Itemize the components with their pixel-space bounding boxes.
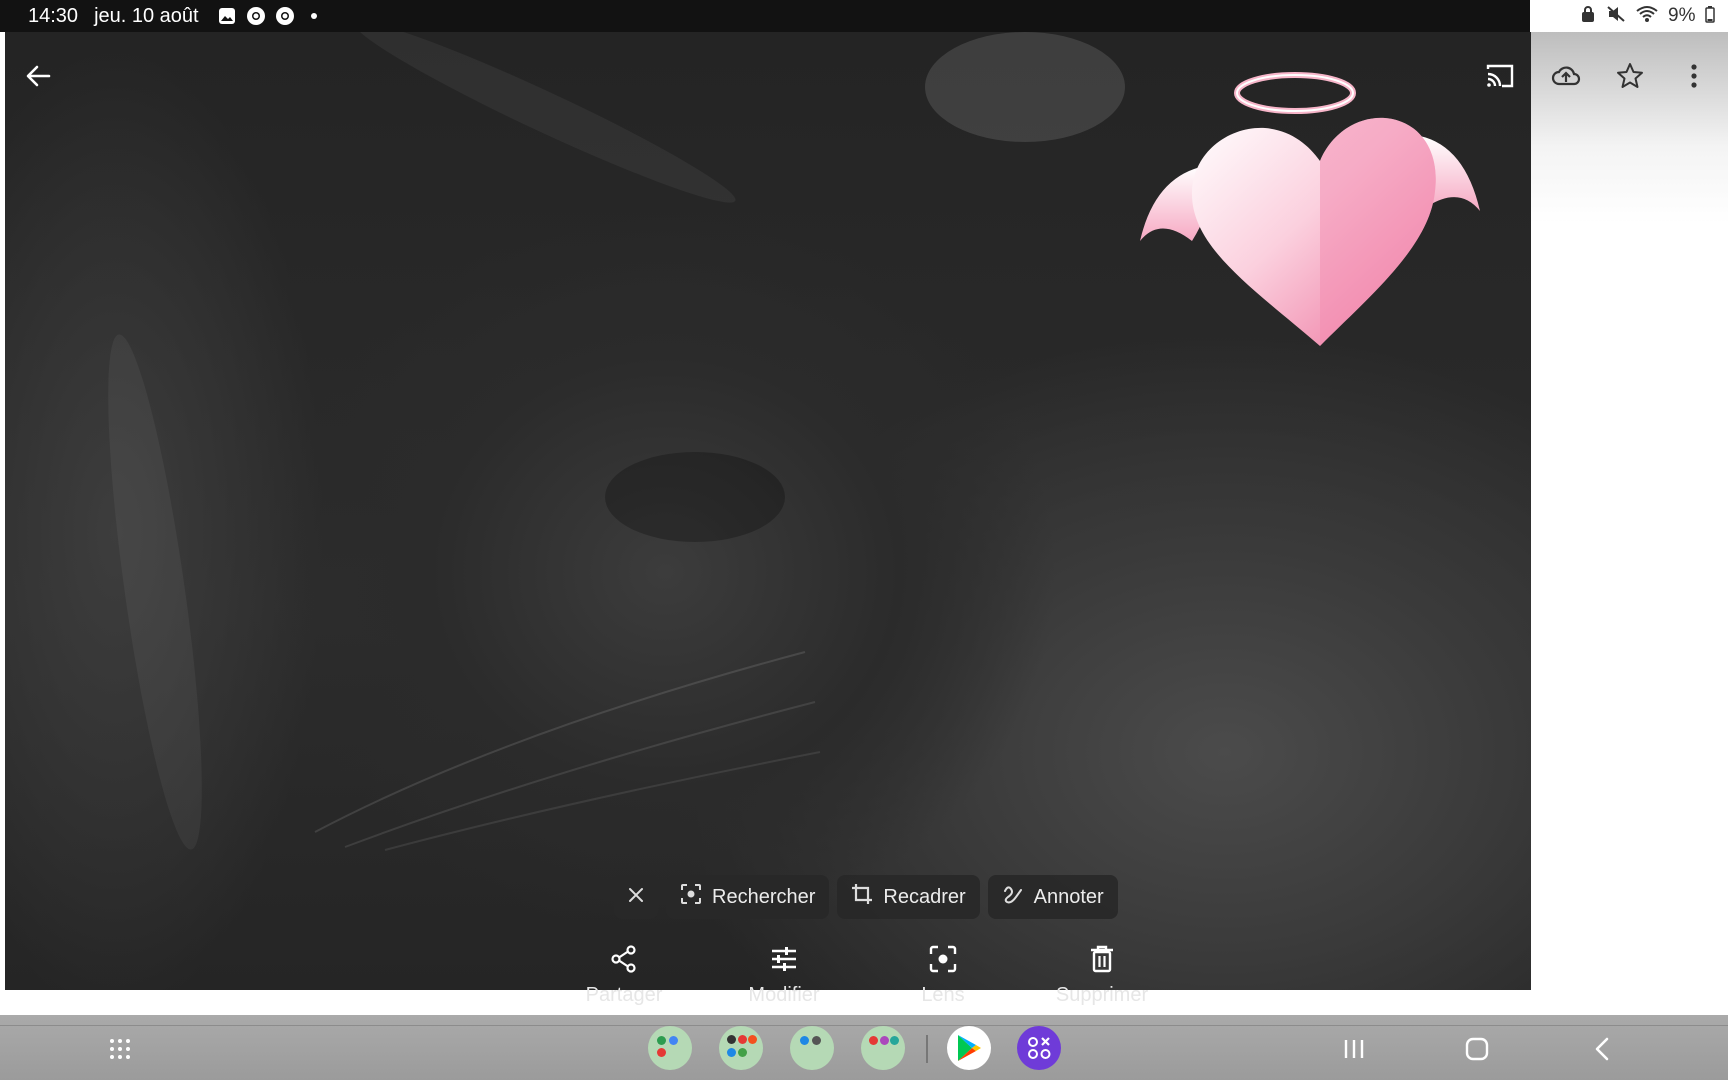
share-button[interactable]: Partager [554,945,694,1007]
star-icon[interactable] [1610,56,1650,96]
suggestion-chips: Rechercher Recadrer Annoter [614,875,1118,919]
side-panel [1531,32,1728,990]
photo-actions-bar: Partager Modifier Lens Supprimer [0,945,1531,1007]
lens-search-icon [680,883,702,911]
home-icon[interactable] [1457,1031,1497,1067]
status-date: jeu. 10 août [94,4,199,27]
battery-icon [1705,5,1716,28]
dock-separator [926,1035,928,1063]
back-arrow-icon[interactable] [18,56,58,96]
angel-heart-icon[interactable] [1130,66,1490,356]
battery-level: 9% [1668,5,1696,26]
annotate-icon [1002,883,1024,911]
play-store-icon[interactable] [947,1026,991,1070]
folder-icon[interactable] [648,1026,692,1070]
apps-icon[interactable] [1017,1026,1061,1070]
screen: 14:30 jeu. 10 août 9% Rechercher Recadre… [0,0,1728,1080]
more-notifications-dot-icon [304,6,324,26]
status-time: 14:30 [28,4,79,27]
edit-sliders-icon [770,945,798,978]
recents-icon[interactable] [1334,1031,1374,1067]
folder-icon[interactable] [861,1026,905,1070]
crop-chip-label: Recadrer [883,885,966,908]
lens-button[interactable]: Lens [873,945,1013,1007]
status-bar: 14:30 jeu. 10 août [0,0,1530,32]
lens-icon [929,945,957,978]
folder-icon[interactable] [719,1026,763,1070]
cloud-upload-icon[interactable] [1546,56,1586,96]
close-chips-button[interactable] [614,875,658,919]
app-drawer-icon[interactable] [100,1031,140,1067]
system-status: 9% [1580,0,1716,32]
notification-icons [217,6,324,26]
annotate-chip[interactable]: Annoter [987,875,1118,919]
divider [0,1025,1728,1026]
share-label: Partager [585,984,663,1006]
lens-label: Lens [921,984,965,1006]
back-nav-icon[interactable] [1582,1031,1622,1067]
edit-label: Modifier [748,984,820,1006]
cat-eye [605,452,785,542]
more-vert-icon[interactable] [1676,56,1712,96]
search-chip[interactable]: Rechercher [666,875,830,919]
mute-icon [1606,5,1626,28]
lock-icon [1580,5,1596,28]
chrome-icon [246,6,266,26]
gallery-icon [217,6,237,26]
annotate-chip-label: Annoter [1033,885,1104,908]
close-icon [628,886,644,909]
background-object [925,32,1125,142]
folder-icon[interactable] [790,1026,834,1070]
delete-button[interactable]: Supprimer [1032,945,1172,1007]
crop-icon [851,883,873,911]
navigation-bar [0,1015,1728,1080]
search-chip-label: Rechercher [712,885,816,908]
chrome-icon [275,6,295,26]
delete-label: Supprimer [1055,984,1149,1006]
trash-icon [1089,945,1115,978]
wifi-icon [1636,5,1658,28]
share-icon [610,945,638,978]
crop-chip[interactable]: Recadrer [837,875,980,919]
fur-texture [346,32,744,219]
cat-whiskers [314,651,821,851]
edit-button[interactable]: Modifier [714,945,854,1007]
fur-texture [89,330,221,854]
